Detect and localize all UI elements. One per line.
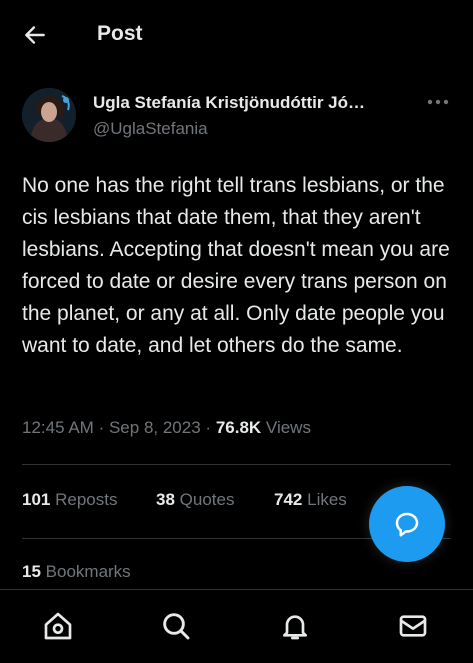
more-horizontal-icon[interactable] xyxy=(426,92,450,112)
mail-icon[interactable] xyxy=(397,610,429,642)
likes-stat[interactable]: 742 Likes xyxy=(274,490,347,510)
separator: · xyxy=(98,418,105,437)
reply-bubble-icon xyxy=(395,512,419,537)
bell-icon[interactable] xyxy=(279,610,311,642)
separator: · xyxy=(205,418,212,437)
bookmarks-count: 15 xyxy=(22,562,41,581)
likes-label: Likes xyxy=(307,490,347,509)
views-count: 76.8K xyxy=(215,418,262,437)
quotes-stat[interactable]: 38 Quotes xyxy=(156,490,234,510)
bottom-nav xyxy=(0,589,473,663)
likes-count: 742 xyxy=(274,490,303,509)
author-handle[interactable]: @UglaStefania xyxy=(93,119,208,139)
home-icon[interactable] xyxy=(42,610,74,642)
search-icon[interactable] xyxy=(160,610,192,642)
post-time[interactable]: 12:45 AM xyxy=(22,418,94,437)
reposts-stat[interactable]: 101 Reposts xyxy=(22,490,117,510)
bookmarks-stat[interactable]: 15 Bookmarks xyxy=(22,562,131,582)
top-bar: Post xyxy=(0,0,473,70)
page-title: Post xyxy=(97,22,143,45)
quotes-count: 38 xyxy=(156,490,175,509)
reply-button[interactable] xyxy=(369,486,445,562)
views-label: Views xyxy=(265,418,311,437)
arrow-left-icon[interactable] xyxy=(22,22,48,48)
quotes-label: Quotes xyxy=(179,490,235,509)
reposts-label: Reposts xyxy=(55,490,118,509)
author-name[interactable]: Ugla Stefanía Kristjönudóttir Jó… xyxy=(93,93,365,113)
reposts-count: 101 xyxy=(22,490,51,509)
post-date[interactable]: Sep 8, 2023 xyxy=(109,418,201,437)
post-text: No one has the right tell trans lesbians… xyxy=(22,174,450,357)
post-meta: 12:45 AM · Sep 8, 2023 · 76.8K Views xyxy=(22,418,311,438)
avatar[interactable] xyxy=(22,88,76,142)
divider xyxy=(22,464,451,465)
bookmarks-label: Bookmarks xyxy=(45,562,131,581)
